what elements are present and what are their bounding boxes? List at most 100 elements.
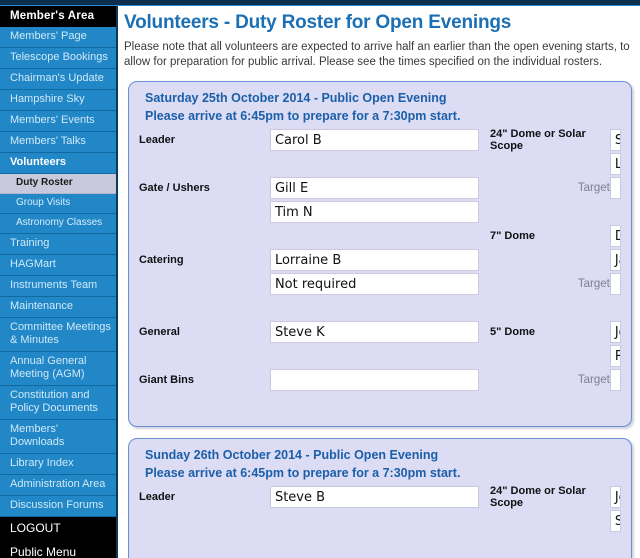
role-label (139, 296, 270, 320)
scope-field-cell: Steve B (609, 128, 621, 152)
sidebar-item-astronomy-classes[interactable]: Astronomy Classes (0, 214, 116, 234)
volunteer-field[interactable]: Ray H (609, 345, 621, 367)
role-label (139, 200, 270, 224)
volunteer-field[interactable] (269, 369, 479, 391)
roster-date-title: Sunday 26th October 2014 - Public Open E… (145, 448, 439, 462)
target-label: Target (577, 182, 610, 194)
roster-row (139, 392, 621, 416)
volunteer-field[interactable]: Dave D (609, 225, 621, 247)
scope-field-cell: Dave D (609, 224, 621, 248)
column-gap (479, 176, 490, 200)
column-gap (479, 392, 490, 416)
sidebar-item-maintenance[interactable]: Maintenance (0, 297, 116, 318)
sidebar-item-group-visits[interactable]: Group Visits (0, 194, 116, 214)
volunteer-field[interactable]: Steve K (269, 321, 479, 343)
volunteer-field[interactable]: Not required (269, 273, 479, 295)
roster-row (139, 296, 621, 320)
role-field-cell: Steve K (269, 320, 479, 344)
scope-field-cell: Lindy B (609, 152, 621, 176)
sidebar-public-menu-header: Public Menu (0, 541, 116, 558)
volunteer-field[interactable]: Lindy B (609, 153, 621, 175)
roster-panel: Saturday 25th October 2014 - Public Open… (128, 81, 632, 427)
scope-label (490, 533, 610, 557)
sidebar-item-library-index[interactable]: Library Index (0, 454, 116, 475)
sidebar-item-duty-roster[interactable]: Duty Roster (0, 174, 116, 194)
volunteer-field[interactable]: Tim N (269, 201, 479, 223)
sidebar-item-committee-meetings-minutes[interactable]: Committee Meetings & Minutes (0, 318, 116, 352)
intro-paragraph: Please note that all volunteers are expe… (124, 41, 630, 68)
sidebar-item-hampshire-sky[interactable]: Hampshire Sky (0, 90, 116, 111)
sidebar-item-chairman-s-update[interactable]: Chairman's Update (0, 69, 116, 90)
column-gap (479, 533, 490, 557)
sidebar-item-members-downloads[interactable]: Members' Downloads (0, 420, 116, 454)
volunteer-field[interactable]: Steve B (609, 129, 621, 151)
scope-field-cell (609, 368, 621, 392)
role-label (139, 224, 270, 248)
volunteer-field[interactable]: John T (609, 486, 621, 508)
roster-row: 7" Dome Dave D (139, 224, 621, 248)
roster-row: Not required Target (139, 272, 621, 296)
scope-label (490, 296, 610, 320)
role-label: Catering (139, 254, 184, 266)
column-gap (479, 272, 490, 296)
target-field[interactable] (609, 369, 621, 391)
scope-label (490, 152, 610, 176)
sidebar-item-hagmart[interactable]: HAGMart (0, 255, 116, 276)
column-gap (479, 296, 490, 320)
volunteer-field[interactable]: Steve B (269, 486, 479, 508)
sidebar-item-discussion-forums[interactable]: Discussion Forums (0, 496, 116, 517)
scope-label (490, 392, 610, 416)
sidebar-item-members-events[interactable]: Members' Events (0, 111, 116, 132)
roster-panel-list: Saturday 25th October 2014 - Public Open… (120, 81, 640, 558)
role-field-cell (270, 344, 479, 368)
main-content: Volunteers - Duty Roster for Open Evenin… (120, 6, 640, 558)
role-label: General (139, 326, 180, 338)
sidebar-item-members-page[interactable]: Members' Page (0, 27, 116, 48)
roster-row (139, 533, 621, 557)
role-label (139, 509, 270, 533)
scope-label (490, 200, 610, 224)
role-field-cell: Gill E (269, 176, 479, 200)
role-field-cell: Carol B (269, 128, 479, 152)
volunteer-field[interactable]: Carol B (269, 129, 479, 151)
role-label (139, 344, 270, 368)
volunteer-field[interactable]: Janet R (609, 249, 621, 271)
volunteer-field[interactable]: Gill E (269, 177, 479, 199)
scope-field-cell (610, 533, 621, 557)
target-field[interactable] (609, 177, 621, 199)
role-label (139, 152, 270, 176)
sidebar-item-volunteers[interactable]: Volunteers (0, 153, 116, 174)
column-gap (479, 320, 490, 344)
scope-field-cell: John T (609, 320, 621, 344)
scope-label (490, 344, 610, 368)
scope-label: 24" Dome or Solar Scope (490, 128, 586, 152)
role-field-cell (270, 509, 479, 533)
sidebar-item-members-talks[interactable]: Members' Talks (0, 132, 116, 153)
target-field[interactable] (609, 273, 621, 295)
sidebar-item-administration-area[interactable]: Administration Area (0, 475, 116, 496)
scope-field-cell (610, 392, 621, 416)
scope-label: 7" Dome (490, 230, 535, 242)
role-label (139, 392, 270, 416)
role-field-cell (269, 368, 479, 392)
roster-row: Ray H (139, 344, 621, 368)
sidebar-item-telescope-bookings[interactable]: Telescope Bookings (0, 48, 116, 69)
sidebar-item-list: Members' Page Telescope Bookings Chairman'… (0, 27, 116, 517)
column-gap (479, 152, 490, 176)
volunteer-field[interactable]: John T (609, 321, 621, 343)
sidebar-item-instruments-team[interactable]: Instruments Team (0, 276, 116, 297)
volunteer-field[interactable]: Sue S (609, 510, 621, 532)
sidebar-logout[interactable]: LOGOUT (0, 517, 116, 541)
sidebar-item-annual-general-meeting-agm[interactable]: Annual General Meeting (AGM) (0, 352, 116, 386)
roster-row: Sue S (139, 509, 621, 533)
scope-field-cell (609, 272, 621, 296)
target-label: Target (577, 278, 610, 290)
roster-table: Leader Carol B 24" Dome or Solar Scope Stev… (139, 128, 621, 416)
sidebar-navigation: Member's Area Members' Page Telescope Boo… (0, 6, 118, 558)
scope-field-cell (610, 296, 621, 320)
column-gap (479, 224, 490, 248)
sidebar-item-constitution-and-policy-documents[interactable]: Constitution and Policy Documents (0, 386, 116, 420)
volunteer-field[interactable]: Lorraine B (269, 249, 479, 271)
sidebar-item-training[interactable]: Training (0, 234, 116, 255)
role-field-cell (270, 533, 479, 557)
